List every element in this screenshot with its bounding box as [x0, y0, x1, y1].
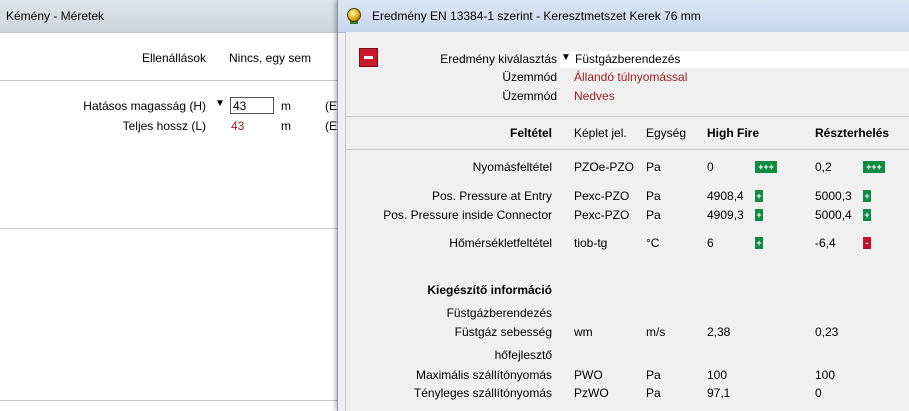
row-high-value: 4908,4 — [707, 189, 744, 203]
separator — [346, 149, 909, 150]
mode1-label: Üzemmód — [502, 70, 557, 84]
height-label: Hatásos magasság (H) — [83, 99, 206, 113]
row-symbol: PZOe-PZO — [574, 160, 635, 174]
length-value: 43 — [231, 119, 245, 133]
flue-speed-high: 2,38 — [707, 325, 731, 339]
actual-pressure-unit: Pa — [646, 386, 661, 400]
length-unit: m — [281, 119, 291, 133]
header-symbol: Képlet jel. — [574, 126, 627, 140]
separator — [0, 80, 340, 81]
header-condition: Feltétel — [509, 126, 552, 140]
back-window-titlebar[interactable]: Kémény - Méretek — [0, 0, 340, 33]
mode2-label: Üzemmód — [502, 89, 557, 103]
row-partial-value: 0,2 — [815, 160, 832, 174]
mode2-value: Nedves — [574, 89, 615, 103]
status-badge: + — [755, 237, 763, 249]
resistances-label: Ellenállások — [141, 51, 206, 65]
max-pressure-unit: Pa — [646, 368, 661, 382]
status-badge: - — [863, 237, 871, 249]
result-selection-dropdown[interactable]: ▼ Füstgázberendezés — [560, 51, 909, 68]
row-symbol: tiob-tg — [574, 236, 608, 250]
max-pressure-partial: 100 — [815, 368, 836, 382]
row-label: Hőmérsékletfeltétel — [449, 236, 552, 250]
row-symbol: Pexc-PZO — [574, 189, 630, 203]
height-unit: m — [281, 99, 291, 113]
height-trailing: (E — [325, 99, 337, 113]
row-partial-value: 5000,3 — [815, 189, 852, 203]
result-window-title: Eredmény EN 13384-1 szerint - Keresztmet… — [372, 9, 701, 23]
row-partial-value: 5000,4 — [815, 208, 852, 222]
height-input[interactable] — [230, 97, 274, 114]
status-badge: + — [863, 209, 871, 221]
row-partial-value: -6,4 — [815, 236, 836, 250]
status-badge: + — [755, 209, 763, 221]
status-badge: + — [863, 190, 871, 202]
result-window-titlebar[interactable]: Eredmény EN 13384-1 szerint - Keresztmet… — [338, 0, 909, 33]
length-trailing: (E — [325, 119, 337, 133]
row-unit: °C — [646, 236, 660, 250]
actual-pressure-symbol: PzWO — [574, 386, 609, 400]
separator — [0, 228, 340, 229]
supplementary-title: Kiegészítő információ — [427, 283, 552, 297]
actual-pressure-high: 97,1 — [707, 386, 731, 400]
flue-speed-label: Füstgáz sebesség — [454, 325, 552, 339]
result-selection-value: Füstgázberendezés — [575, 52, 681, 66]
max-pressure-symbol: PWO — [574, 368, 603, 382]
back-window-title: Kémény - Méretek — [6, 9, 105, 23]
status-badge: + — [755, 190, 763, 202]
collapse-minus-icon[interactable] — [359, 48, 378, 67]
result-window: Eredmény EN 13384-1 szerint - Keresztmet… — [337, 0, 909, 411]
result-selection-label: Eredmény kiválasztás — [440, 52, 557, 66]
dropdown-arrow-icon[interactable]: ▼ — [215, 98, 225, 109]
row-label: Pos. Pressure inside Connector — [383, 208, 552, 222]
row-unit: Pa — [646, 189, 661, 203]
mode1-value: Állandó túlnyomással — [574, 70, 688, 84]
header-partial-load: Részterhelés — [815, 126, 890, 140]
status-badge: +++ — [755, 161, 777, 173]
row-high-value: 6 — [707, 236, 714, 250]
flue-speed-unit: m/s — [646, 325, 666, 339]
separator — [0, 400, 340, 401]
actual-pressure-partial: 0 — [815, 386, 822, 400]
row-unit: Pa — [646, 160, 661, 174]
max-pressure-label: Maximális szállítónyomás — [415, 368, 552, 382]
header-unit: Egység — [646, 126, 687, 140]
flue-speed-symbol: wm — [574, 325, 593, 339]
max-pressure-high: 100 — [707, 368, 728, 382]
app-icon — [347, 8, 361, 22]
resistances-value[interactable]: Nincs, egy sem — [229, 51, 311, 65]
section-heat-generator: hőfejlesztő — [494, 348, 552, 362]
section-flue-system: Füstgázberendezés — [446, 306, 552, 320]
separator — [346, 116, 909, 117]
result-panel: Eredmény kiválasztás ▼ Füstgázberendezés… — [345, 32, 909, 411]
flue-speed-partial: 0,23 — [815, 325, 839, 339]
row-unit: Pa — [646, 208, 661, 222]
length-label: Teljes hossz (L) — [122, 119, 206, 133]
row-label: Nyomásfeltétel — [472, 160, 552, 174]
row-high-value: 4909,3 — [707, 208, 744, 222]
row-symbol: Pexc-PZO — [574, 208, 630, 222]
row-label: Pos. Pressure at Entry — [431, 189, 552, 203]
separator — [0, 32, 340, 33]
chimney-dimensions-window: Kémény - Méretek Ellenállások Nincs, egy… — [0, 0, 340, 411]
actual-pressure-label: Tényleges szállítónyomás — [413, 386, 552, 400]
header-high-fire: High Fire — [707, 126, 760, 140]
status-badge: +++ — [863, 161, 885, 173]
row-high-value: 0 — [707, 160, 714, 174]
dropdown-arrow-icon[interactable]: ▼ — [561, 52, 571, 63]
